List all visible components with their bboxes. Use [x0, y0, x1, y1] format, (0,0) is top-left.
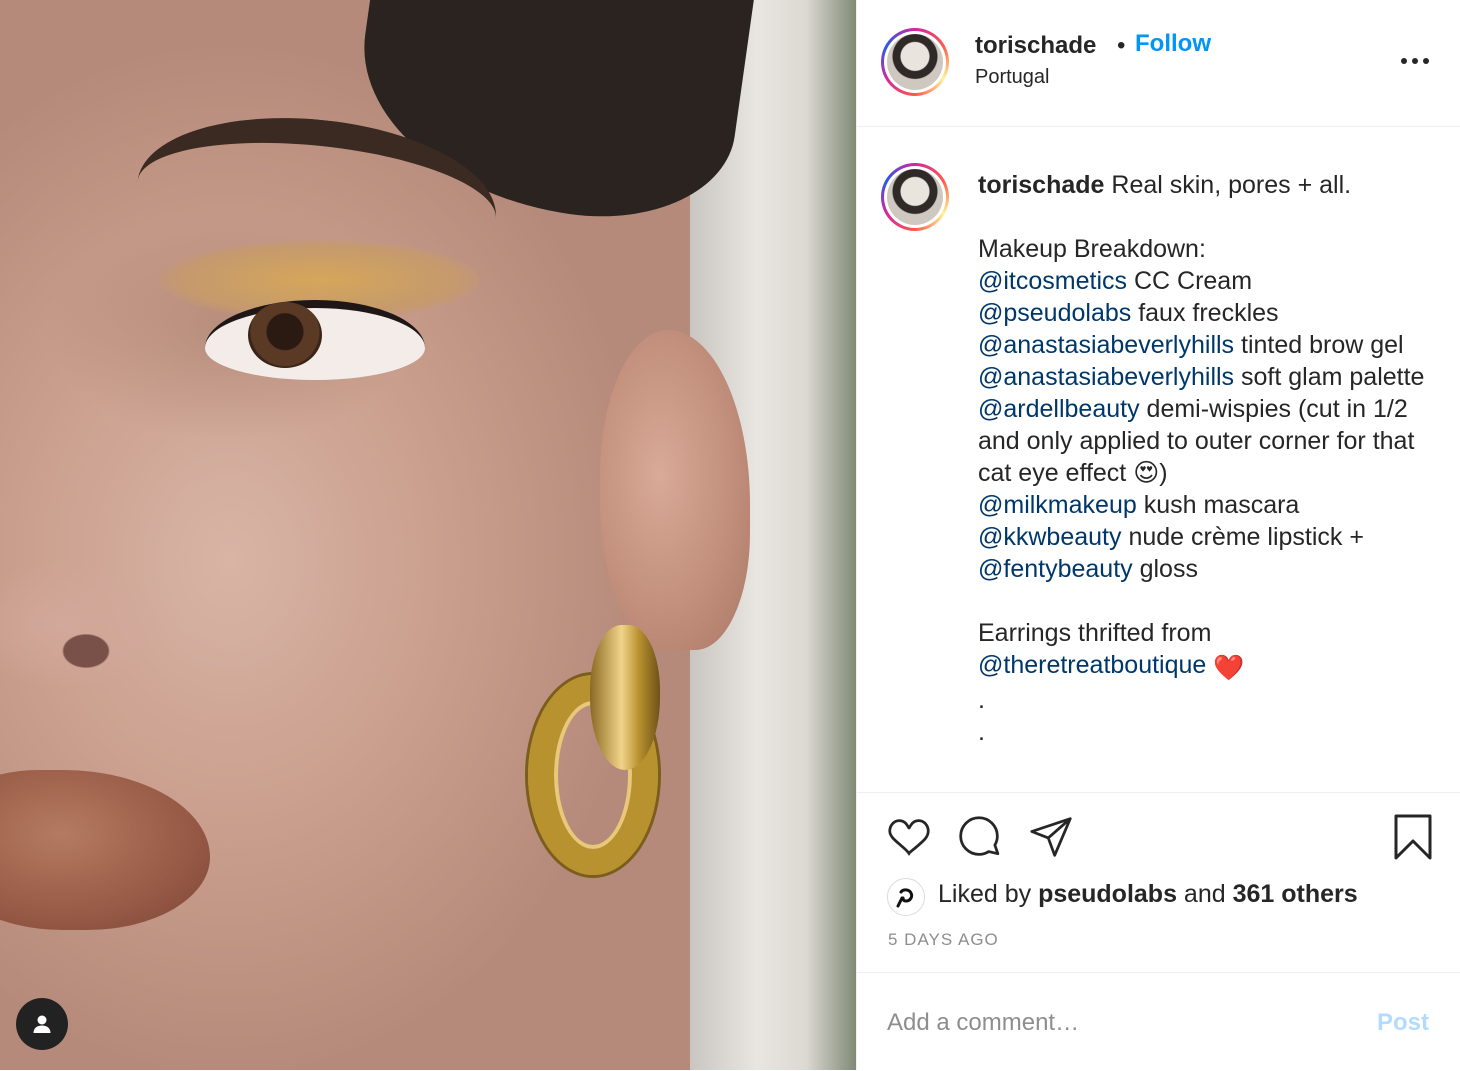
caption-item-text: faux freckles [1131, 299, 1279, 327]
caption-line: Real skin, pores + all. [1104, 171, 1352, 199]
avatar-image [887, 169, 943, 225]
caption-mention[interactable]: @theretreatboutique [978, 651, 1206, 679]
caption-dot: . [978, 718, 985, 746]
caption-item-text: CC Cream [1127, 267, 1253, 295]
caption-item-text: gloss [1132, 555, 1198, 583]
post-photo[interactable] [0, 0, 856, 1070]
photo-nose [0, 560, 170, 690]
comment-bar: Post [857, 972, 1460, 1071]
post-timestamp[interactable]: 5 DAYS AGO [888, 930, 999, 950]
caption-username[interactable]: torischade [978, 171, 1104, 199]
author-username[interactable]: torischade [975, 32, 1096, 60]
caption-heading: Makeup Breakdown: [978, 235, 1206, 263]
and-label: and [1176, 880, 1233, 908]
caption-avatar[interactable] [881, 163, 949, 231]
photo-earring-top [590, 625, 660, 770]
comment-icon[interactable] [957, 815, 1001, 864]
caption-mention[interactable]: @ardellbeauty [978, 395, 1140, 423]
more-options-icon[interactable] [1395, 46, 1435, 76]
user-tag-icon[interactable] [16, 998, 68, 1050]
caption-item-text: kush mascara [1136, 491, 1300, 519]
likes-count[interactable]: 361 others [1233, 880, 1358, 908]
post-panel: torischade • Follow Portugal torischade … [856, 0, 1460, 1070]
liker-avatar[interactable] [887, 878, 925, 916]
share-icon[interactable] [1029, 815, 1073, 864]
caption-item-text: soft glam palette [1234, 363, 1425, 391]
caption-mention[interactable]: @milkmakeup [978, 491, 1137, 519]
heart-emoji: ❤️ [1213, 654, 1245, 682]
caption-mention[interactable]: @pseudolabs [978, 299, 1131, 327]
caption-mention[interactable]: @anastasiabeverlyhills [978, 331, 1234, 359]
caption-item-text: tinted brow gel [1234, 331, 1404, 359]
author-avatar[interactable] [881, 28, 949, 96]
heart-icon[interactable] [887, 815, 931, 864]
post-location[interactable]: Portugal [975, 66, 1050, 89]
bookmark-icon[interactable] [1391, 813, 1435, 866]
liked-by-user[interactable]: pseudolabs [1038, 880, 1177, 908]
caption-mention[interactable]: @anastasiabeverlyhills [978, 363, 1234, 391]
likes-summary: Liked by pseudolabs and 361 others [938, 880, 1358, 909]
photo-lips [0, 770, 210, 930]
caption-mention[interactable]: @kkwbeauty [978, 523, 1122, 551]
caption-area: torischade Real skin, pores + all. Makeu… [857, 127, 1460, 792]
caption-dot: . [978, 686, 985, 714]
photo-iris [248, 302, 322, 368]
caption-mention[interactable]: @fentybeauty [978, 555, 1133, 583]
post-comment-button[interactable]: Post [1377, 1009, 1429, 1037]
caption-item-text: nude crème lipstick + [1121, 523, 1364, 551]
follow-button[interactable]: Follow [1135, 30, 1211, 58]
post-header: torischade • Follow Portugal [857, 0, 1460, 127]
header-separator: • [1117, 32, 1126, 59]
liked-by-label: Liked by [938, 880, 1039, 908]
comment-input[interactable] [887, 1003, 1347, 1043]
caption-text: torischade Real skin, pores + all. Makeu… [978, 169, 1448, 748]
avatar-image [887, 34, 943, 90]
caption-mention[interactable]: @itcosmetics [978, 267, 1127, 295]
caption-earrings-text: Earrings thrifted from [978, 619, 1212, 647]
